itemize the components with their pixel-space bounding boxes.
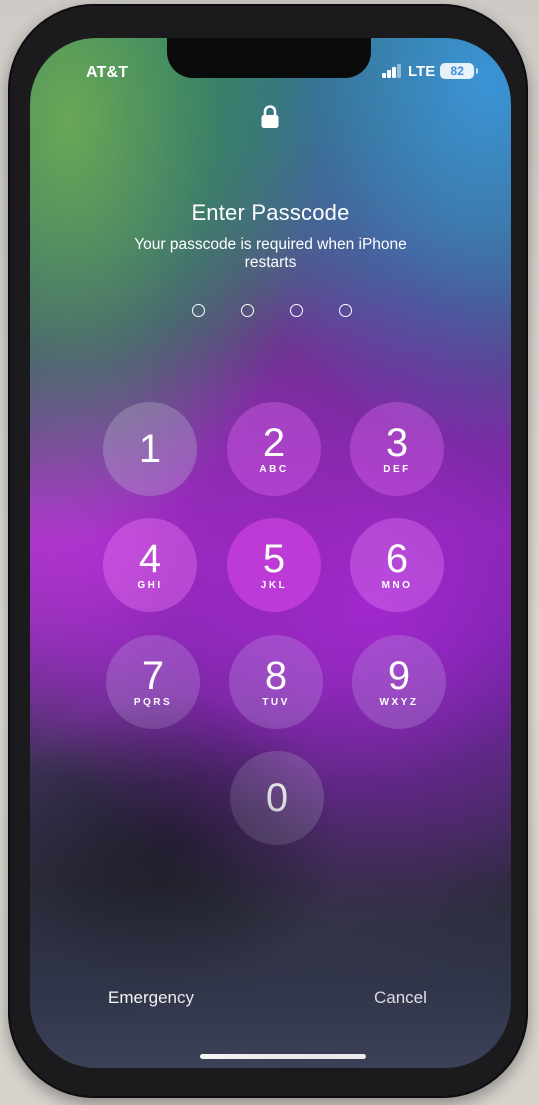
key-number: 8 [264, 654, 288, 698]
page-subtitle: Your passcode is required when iPhone re… [134, 236, 407, 271]
signal-strength-icon [382, 64, 402, 78]
key-letters: ABC [259, 464, 289, 475]
key-letters: WXYZ [379, 697, 419, 708]
status-indicators: LTE 82 [382, 61, 479, 81]
page-title: Enter Passcode [191, 200, 350, 225]
keypad-key-1[interactable]: 1 [103, 402, 197, 496]
battery-icon: 82 [440, 63, 479, 79]
key-letters: DEF [383, 464, 411, 475]
keypad-key-9[interactable]: 9 WXYZ [352, 635, 446, 729]
notch [167, 38, 371, 78]
keypad-key-5[interactable]: 5 JKL [227, 518, 321, 612]
passcode-dot [339, 304, 352, 317]
home-indicator[interactable] [200, 1054, 366, 1059]
key-number: 9 [387, 654, 411, 698]
keypad-key-3[interactable]: 3 DEF [350, 402, 444, 496]
key-letters: GHI [137, 580, 163, 591]
key-letters: MNO [381, 580, 413, 591]
passcode-dot [241, 304, 254, 317]
key-letters: PQRS [133, 697, 173, 708]
key-number: 0 [265, 776, 289, 820]
keypad-key-7[interactable]: 7 PQRS [106, 635, 200, 729]
emergency-button[interactable]: Emergency [108, 988, 194, 1008]
keypad-key-0[interactable]: 0 [230, 751, 324, 845]
key-number: 5 [262, 537, 286, 581]
keypad-key-8[interactable]: 8 TUV [229, 635, 323, 729]
keypad-key-6[interactable]: 6 MNO [350, 518, 444, 612]
key-letters: TUV [262, 697, 290, 708]
keypad-key-2[interactable]: 2 ABC [227, 402, 321, 496]
cancel-button[interactable]: Cancel [374, 988, 427, 1008]
passcode-dots [192, 304, 352, 320]
key-number: 2 [262, 421, 286, 465]
key-number: 1 [138, 427, 162, 471]
key-number: 7 [141, 654, 165, 698]
network-type-label: LTE [408, 62, 436, 80]
lock-icon [260, 104, 280, 130]
carrier-label: AT&T [86, 64, 129, 81]
key-letters: JKL [260, 580, 288, 591]
key-number: 3 [385, 421, 409, 465]
keypad-key-4[interactable]: 4 GHI [103, 518, 197, 612]
passcode-dot [192, 304, 205, 317]
key-number: 6 [385, 537, 409, 581]
lock-screen: AT&T LTE 82 Enter Passcode Your passcode… [30, 38, 511, 1068]
passcode-dot [290, 304, 303, 317]
key-number: 4 [138, 537, 162, 581]
